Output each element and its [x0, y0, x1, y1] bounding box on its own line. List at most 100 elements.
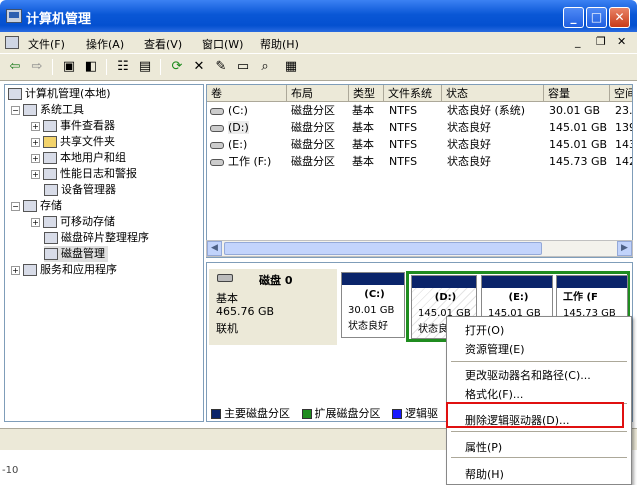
partition-bar — [557, 276, 627, 288]
drive-icon — [210, 107, 224, 115]
back-icon[interactable]: ⇦ — [6, 58, 24, 76]
expand-icon[interactable]: + — [11, 265, 20, 275]
cell-volume: (C:) — [210, 102, 288, 119]
drive-icon — [210, 141, 224, 149]
delete-icon[interactable]: ✕ — [190, 58, 208, 76]
expand-icon[interactable]: + — [31, 121, 40, 131]
up-folder-icon[interactable]: ▣ — [60, 58, 78, 76]
horizontal-scrollbar[interactable]: ◀ ▶ — [206, 240, 633, 257]
cell-capacity: 30.01 GB — [549, 104, 601, 117]
disk-management-icon — [44, 248, 58, 260]
cell-free: 142 — [615, 155, 632, 168]
tree-shared-folders[interactable]: + 共享文件夹 — [31, 134, 115, 150]
tools-icon — [23, 104, 37, 116]
column-header-capacity[interactable]: 容量 — [544, 85, 610, 102]
tree-root[interactable]: 计算机管理(本地) — [8, 86, 111, 102]
cell-status: 状态良好 — [447, 138, 491, 151]
refresh-icon[interactable]: ⟳ — [168, 58, 186, 76]
menu-explore[interactable]: 资源管理(E) — [465, 341, 525, 357]
menu-help-item[interactable]: 帮助(H) — [465, 466, 504, 482]
menu-view[interactable]: 查看(V) — [144, 36, 182, 52]
column-header-volume[interactable]: 卷 — [207, 85, 287, 102]
close-button[interactable]: ✕ — [609, 7, 630, 28]
scroll-left-icon[interactable]: ◀ — [207, 241, 222, 256]
mdi-restore-icon[interactable]: ❐ — [596, 35, 606, 48]
mdi-close-icon[interactable]: ✕ — [617, 35, 626, 48]
mdi-minimize-icon[interactable]: _ — [575, 35, 581, 48]
cell-fs: NTFS — [389, 104, 418, 117]
tree-event-viewer[interactable]: + 事件查看器 — [31, 118, 115, 134]
partition-bar — [482, 276, 552, 288]
partition-label: (C:) — [364, 289, 385, 300]
defrag-icon — [44, 232, 58, 244]
cell-layout: 磁盘分区 — [291, 104, 335, 117]
event-viewer-icon — [43, 120, 57, 132]
cell-fs: NTFS — [389, 121, 418, 134]
title-bar[interactable]: 计算机管理 _ □ ✕ — [0, 0, 637, 32]
tree-disk-management[interactable]: 磁盘管理 — [44, 246, 108, 262]
navigation-tree: 计算机管理(本地) − 系统工具 + 事件查看器 + 共享文件夹 + 本地用户和组 + 性… — [4, 84, 204, 422]
mmc-icon[interactable] — [5, 36, 19, 49]
properties-icon[interactable]: ☷ — [114, 58, 132, 76]
partition-c[interactable]: (C:) 30.01 GB 状态良好 — [341, 272, 405, 338]
forward-icon[interactable]: ⇨ — [28, 58, 46, 76]
expand-icon[interactable]: + — [31, 169, 40, 179]
menu-format[interactable]: 格式化(F)... — [465, 386, 523, 402]
menu-window[interactable]: 窗口(W) — [202, 36, 243, 52]
menu-separator — [451, 457, 627, 458]
drive-icon[interactable]: ▭ — [234, 58, 252, 76]
expand-icon[interactable]: + — [31, 153, 40, 163]
menu-file[interactable]: 文件(F) — [28, 36, 65, 52]
column-header-layout[interactable]: 布局 — [287, 85, 349, 102]
search-icon[interactable]: ⌕ — [256, 58, 274, 76]
scroll-thumb[interactable] — [224, 242, 542, 255]
performance-icon — [43, 168, 57, 180]
services-icon — [23, 264, 37, 276]
partition-bar — [412, 276, 476, 288]
partition-label: 工作 (F — [563, 292, 598, 303]
tree-performance-logs[interactable]: + 性能日志和警报 — [31, 166, 137, 182]
menu-change-drive-letter[interactable]: 更改驱动器名和路径(C)... — [465, 367, 591, 383]
collapse-icon[interactable]: − — [11, 105, 20, 115]
cell-volume: (D:) — [210, 119, 288, 136]
maximize-button[interactable]: □ — [586, 7, 607, 28]
column-header-filesystem[interactable]: 文件系统 — [384, 85, 442, 102]
column-header-free[interactable]: 空间 — [610, 85, 632, 102]
tree-device-manager[interactable]: 设备管理器 — [44, 182, 116, 198]
collapse-icon[interactable]: − — [11, 201, 20, 211]
console-icon[interactable]: ▤ — [136, 58, 154, 76]
scroll-right-icon[interactable]: ▶ — [617, 241, 632, 256]
show-tree-icon[interactable]: ◧ — [82, 58, 100, 76]
expand-icon[interactable]: + — [31, 217, 40, 227]
partition-size: 30.01 GB — [348, 305, 395, 316]
tree-storage[interactable]: − 存储 — [11, 198, 62, 214]
menu-action[interactable]: 操作(A) — [86, 36, 124, 52]
menu-properties[interactable]: 属性(P) — [465, 439, 502, 455]
menu-open[interactable]: 打开(O) — [465, 322, 504, 338]
settings-icon[interactable]: ▦ — [282, 58, 300, 76]
tree-services[interactable]: + 服务和应用程序 — [11, 262, 117, 278]
menu-help[interactable]: 帮助(H) — [260, 36, 299, 52]
column-header-type[interactable]: 类型 — [349, 85, 384, 102]
cell-fs: NTFS — [389, 155, 418, 168]
cell-capacity: 145.73 GB — [549, 155, 608, 168]
minimize-button[interactable]: _ — [563, 7, 584, 28]
column-header-status[interactable]: 状态 — [442, 85, 544, 102]
tree-system-tools[interactable]: − 系统工具 — [11, 102, 84, 118]
cell-capacity: 145.01 GB — [549, 121, 608, 134]
tree-defrag[interactable]: 磁盘碎片整理程序 — [44, 230, 149, 246]
cell-capacity: 145.01 GB — [549, 138, 608, 151]
toolbar-separator — [52, 59, 53, 75]
context-menu: 打开(O) 资源管理(E) 更改驱动器名和路径(C)... 格式化(F)... … — [446, 316, 632, 485]
tree-local-users[interactable]: + 本地用户和组 — [31, 150, 126, 166]
cell-status: 状态良好 — [447, 121, 491, 134]
expand-icon[interactable]: + — [31, 137, 40, 147]
disk-state: 联机 — [216, 322, 238, 335]
tree-removable-storage[interactable]: + 可移动存储 — [31, 214, 115, 230]
partition-label: (D:) — [434, 292, 457, 303]
partition-status: 状态良好 — [348, 321, 388, 332]
volume-list: 卷 布局 类型 文件系统 状态 容量 空间 (C:) 磁盘分区 基本 NTFS … — [206, 84, 633, 258]
manage-icon[interactable]: ✎ — [212, 58, 230, 76]
disk-info[interactable]: 磁盘 0 基本 465.76 GB 联机 — [209, 269, 337, 345]
cell-layout: 磁盘分区 — [291, 138, 335, 151]
